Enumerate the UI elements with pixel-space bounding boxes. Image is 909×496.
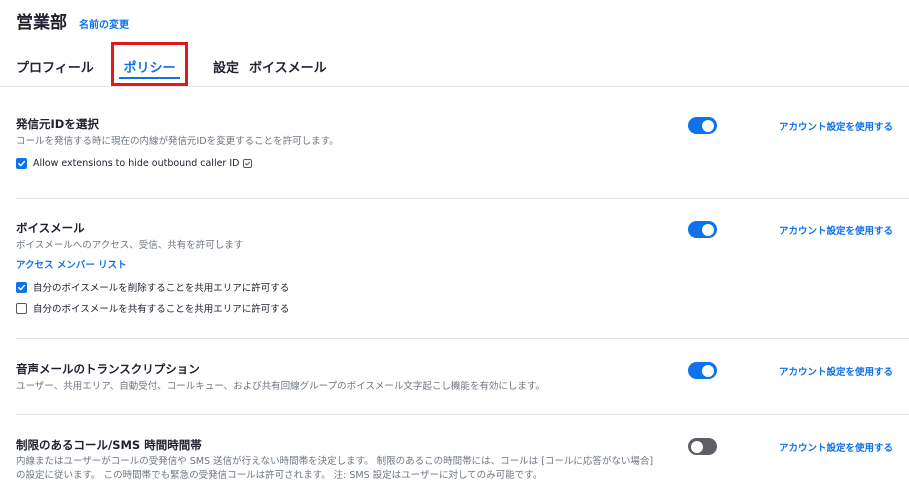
voicemail-description: ボイスメールへのアクセス、受信、共有を許可します (16, 240, 244, 251)
allow-delete-checkbox[interactable] (16, 281, 27, 293)
caller-id-description: コールを発信する時に現在の内線が発信元IDを変更することを許可します。 (16, 136, 339, 147)
toggle-knob (702, 223, 714, 236)
restricted-hours-description-line1: 内線またはユーザーがコールの受発信や SMS 送信が行えない時間帯を決定します。… (16, 456, 654, 467)
page-header: 営業部 名前の変更 (16, 8, 129, 33)
tab-voicemail[interactable]: ボイスメール (249, 42, 327, 86)
restricted-hours-description-line2: の設定に従います。 この時間帯でも緊急の受発信コールは許可されます。 注: SM… (16, 470, 543, 481)
voicemail-account-settings-link[interactable]: アカウント設定を使用する (779, 223, 893, 237)
toggle-knob (702, 364, 714, 377)
tab-bar: プロフィール ポリシー 設定 ボイスメール (16, 42, 327, 86)
allow-delete-label: 自分のボイスメールを削除することを共用エリアに許可する (33, 283, 290, 294)
transcription-section: 音声メールのトランスクリプション ユーザー、共用エリア、自動受付、コールキュー、… (16, 361, 909, 394)
tabs-divider (0, 86, 909, 87)
restricted-hours-account-settings-link[interactable]: アカウント設定を使用する (779, 440, 893, 454)
caller-id-section: 発信元IDを選択 コールを発信する時に現在の内線が発信元IDを変更することを許可… (16, 116, 909, 170)
allow-share-checkbox[interactable] (16, 302, 27, 314)
caller-id-title: 発信元IDを選択 (16, 117, 99, 131)
transcription-account-settings-link[interactable]: アカウント設定を使用する (779, 364, 893, 378)
tab-profile[interactable]: プロフィール (16, 42, 111, 86)
toggle-knob (702, 119, 714, 132)
tab-settings[interactable]: 設定 (203, 42, 249, 86)
active-tab-indicator (119, 77, 180, 79)
rename-link[interactable]: 名前の変更 (79, 16, 129, 31)
caller-id-toggle[interactable] (688, 117, 717, 134)
caller-id-account-settings-link[interactable]: アカウント設定を使用する (779, 119, 893, 133)
transcription-title: 音声メールのトランスクリプション (16, 362, 200, 376)
voicemail-toggle[interactable] (688, 221, 717, 238)
hide-caller-id-option: Allow extensions to hide outbound caller… (16, 156, 909, 170)
allow-delete-option: 自分のボイスメールを削除することを共用エリアに許可する (16, 280, 909, 294)
section-divider (16, 414, 909, 415)
check-icon (18, 284, 26, 290)
check-icon (18, 160, 26, 166)
access-member-list-link[interactable]: アクセス メンバー リスト (16, 257, 909, 271)
voicemail-section: ボイスメール ボイスメールへのアクセス、受信、共有を許可します アクセス メンバ… (16, 220, 909, 315)
hide-caller-id-label: Allow extensions to hide outbound caller… (33, 157, 240, 169)
info-icon[interactable] (243, 158, 253, 168)
restricted-hours-title: 制限のあるコール/SMS 時間時間帯 (16, 438, 202, 452)
transcription-toggle[interactable] (688, 362, 717, 379)
section-divider (16, 338, 909, 339)
toggle-knob (691, 440, 703, 453)
voicemail-title: ボイスメール (16, 221, 85, 235)
hide-caller-id-checkbox[interactable] (16, 157, 27, 169)
tab-policy-label: ポリシー (123, 61, 176, 76)
tab-policy[interactable]: ポリシー (111, 42, 188, 86)
allow-share-label: 自分のボイスメールを共有することを共用エリアに許可する (33, 304, 290, 315)
restricted-hours-section: 制限のあるコール/SMS 時間時間帯 内線またはユーザーがコールの受発信や SM… (16, 437, 909, 483)
page-title: 営業部 (16, 13, 67, 33)
restricted-hours-toggle[interactable] (688, 438, 717, 455)
allow-share-option: 自分のボイスメールを共有することを共用エリアに許可する (16, 301, 909, 315)
section-divider (16, 198, 909, 199)
transcription-description: ユーザー、共用エリア、自動受付、コールキュー、および共有回線グループのボイスメー… (16, 381, 545, 392)
